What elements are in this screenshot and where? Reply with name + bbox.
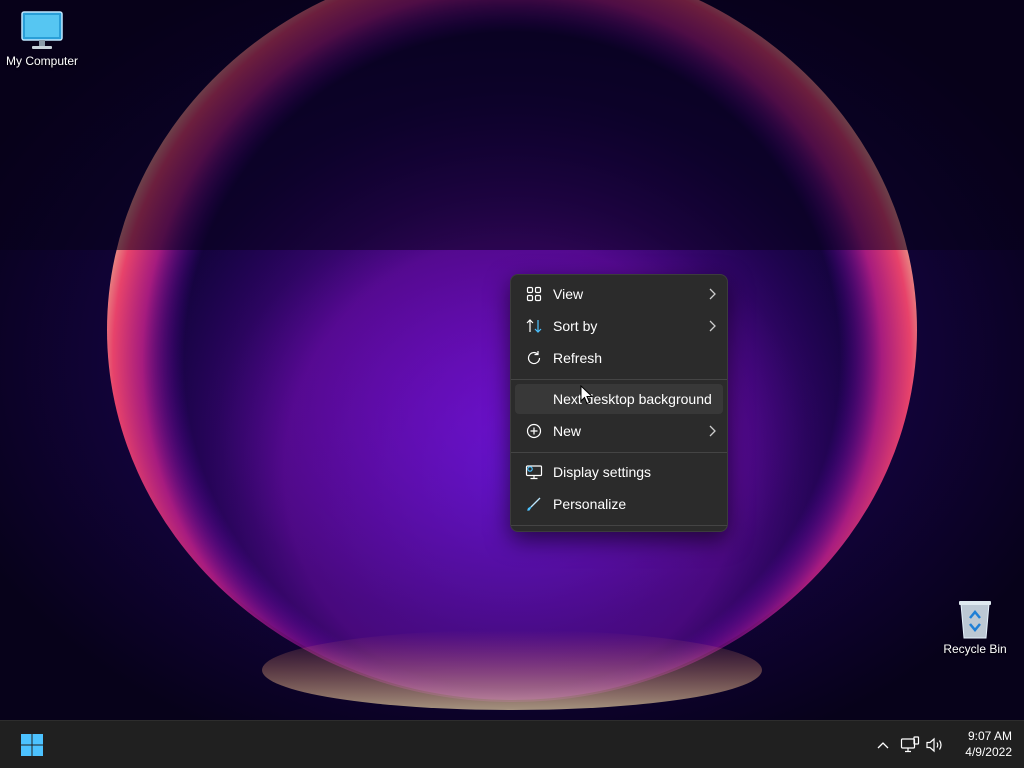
clock-time: 9:07 AM — [967, 729, 1012, 743]
menu-item-sort-by[interactable]: Sort by — [515, 311, 723, 341]
menu-item-refresh[interactable]: Refresh — [515, 343, 723, 373]
desktop-icon-recycle-bin[interactable]: Recycle Bin — [933, 596, 1017, 656]
chevron-right-icon — [701, 288, 723, 300]
plus-circle-icon — [515, 423, 553, 439]
menu-item-label: View — [553, 286, 584, 302]
windows-logo-icon — [21, 734, 43, 756]
network-button[interactable] — [898, 733, 922, 757]
desktop-icon-label: Recycle Bin — [943, 642, 1007, 656]
desktop-context-menu: View Sort by Refresh Next desktop backgr… — [510, 274, 728, 532]
grid-icon — [515, 286, 553, 302]
menu-item-label: New — [553, 423, 582, 439]
mouse-cursor-icon — [580, 385, 594, 405]
desktop-background[interactable]: My Computer Recycle Bin View Sort by Ref… — [0, 0, 1024, 720]
start-button[interactable] — [12, 727, 52, 763]
menu-separator — [511, 452, 727, 453]
taskbar: 9:07 AM 4/9/2022 — [0, 720, 1024, 768]
menu-item-label: Refresh — [553, 350, 603, 366]
menu-separator — [511, 525, 727, 526]
menu-item-label: Sort by — [553, 318, 598, 334]
chevron-right-icon — [701, 425, 723, 437]
clock[interactable]: 9:07 AM 4/9/2022 — [942, 728, 1012, 760]
clock-date: 4/9/2022 — [965, 745, 1012, 759]
menu-item-display-settings[interactable]: Display settings — [515, 457, 723, 487]
menu-item-label: Next desktop background — [553, 391, 712, 407]
menu-item-label: Personalize — [553, 496, 627, 512]
menu-item-new[interactable]: New — [515, 416, 723, 446]
recycle-bin-icon — [953, 596, 997, 640]
display-settings-icon — [515, 464, 553, 480]
menu-item-next-desktop-background[interactable]: Next desktop background — [515, 384, 723, 414]
show-hidden-icons-button[interactable] — [871, 733, 895, 757]
desktop-icon-label: My Computer — [5, 54, 79, 68]
menu-separator — [511, 379, 727, 380]
chevron-up-icon — [877, 742, 889, 749]
menu-item-personalize[interactable]: Personalize — [515, 489, 723, 519]
menu-item-label: Display settings — [553, 464, 652, 480]
refresh-icon — [515, 350, 553, 366]
chevron-right-icon — [701, 320, 723, 332]
network-icon — [900, 736, 920, 753]
brush-icon — [515, 496, 553, 512]
monitor-icon — [20, 8, 64, 52]
desktop-icon-my-computer[interactable]: My Computer — [0, 8, 84, 68]
sort-icon — [515, 318, 553, 334]
menu-item-view[interactable]: View — [515, 279, 723, 309]
